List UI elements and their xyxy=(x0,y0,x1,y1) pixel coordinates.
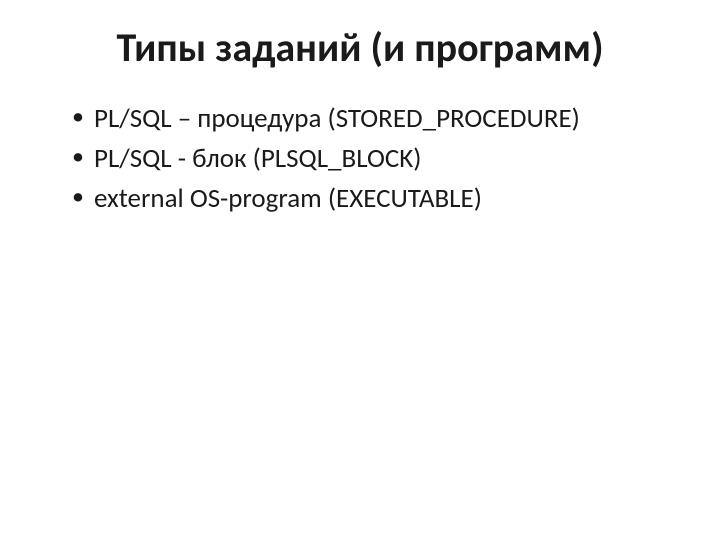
slide-title: Типы заданий (и программ) xyxy=(48,24,672,72)
slide-container: Типы заданий (и программ) PL/SQL – проце… xyxy=(0,0,720,540)
list-item: PL/SQL – процедура (STORED_PROCEDURE) xyxy=(72,100,672,138)
list-item: external OS-program (EXECUTABLE) xyxy=(72,180,672,218)
list-item: PL/SQL - блок (PLSQL_BLOCK) xyxy=(72,140,672,178)
slide-content: PL/SQL – процедура (STORED_PROCEDURE) PL… xyxy=(48,100,672,217)
bullet-list: PL/SQL – процедура (STORED_PROCEDURE) PL… xyxy=(72,100,672,217)
